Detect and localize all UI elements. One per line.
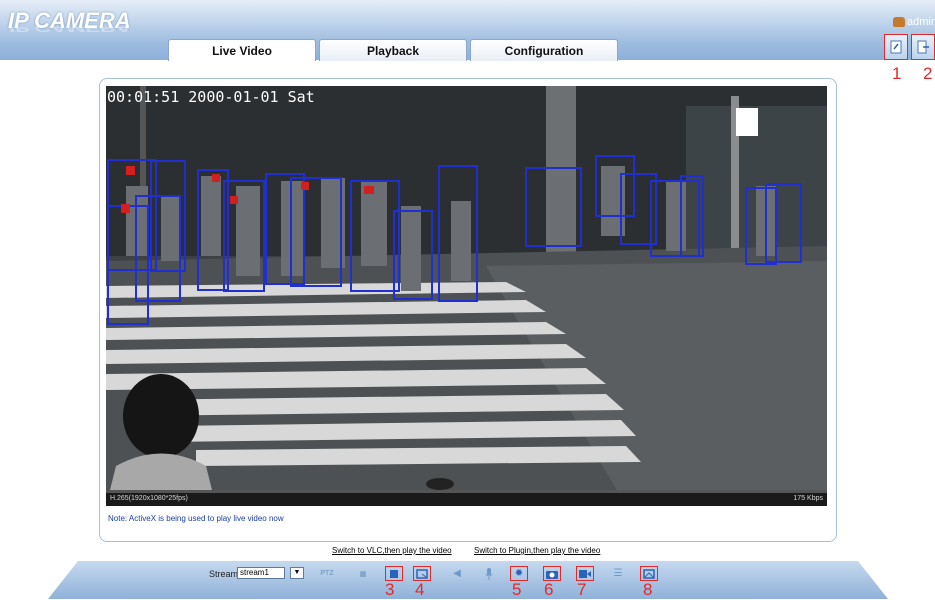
record-button[interactable] xyxy=(576,566,594,581)
tab-playback[interactable]: Playback xyxy=(319,39,467,61)
callout-6: 6 xyxy=(544,580,554,599)
logout-button[interactable] xyxy=(911,34,935,60)
snapshot-icon xyxy=(546,570,558,579)
stream-label: Stream xyxy=(209,569,239,579)
logo-reflection: IP CAMERA xyxy=(8,22,131,34)
grid-button[interactable]: ▦ xyxy=(354,566,372,581)
switch-to-vlc-link[interactable]: Switch to VLC,then play the video xyxy=(332,546,452,555)
ptz-button[interactable]: PTZ xyxy=(318,566,336,581)
video-timestamp: 00:01:51 2000-01-01 Sat xyxy=(107,88,315,106)
activex-note: Note: ActiveX is being used to play live… xyxy=(108,514,284,523)
logout-icon xyxy=(917,40,929,54)
chevron-down-icon[interactable]: ▼ xyxy=(290,567,304,579)
modify-password-icon xyxy=(890,40,902,54)
ptz-label: PTZ xyxy=(320,570,334,577)
codec-info: H.265(1920x1080*25fps) xyxy=(110,495,188,502)
record-icon xyxy=(579,569,591,578)
settings-button[interactable]: ✹ xyxy=(510,566,528,581)
snapshot-button[interactable] xyxy=(543,566,561,581)
bitrate: 175 Kbps xyxy=(793,495,823,502)
fullscreen-icon xyxy=(416,568,428,579)
speaker-icon: ◀ xyxy=(453,567,461,579)
switch-to-plugin-link[interactable]: Switch to Plugin,then play the video xyxy=(474,546,600,555)
callout-4: 4 xyxy=(415,580,425,599)
list-button[interactable]: ☰ xyxy=(609,566,627,581)
tab-configuration[interactable]: Configuration xyxy=(470,39,618,61)
user-icon xyxy=(893,17,905,27)
fullscreen-button[interactable] xyxy=(413,566,431,581)
video-scene xyxy=(106,86,827,506)
speaker-button[interactable]: ◀ xyxy=(448,566,466,581)
stop-button[interactable] xyxy=(385,566,403,581)
video-progress xyxy=(106,490,827,493)
microphone-button[interactable] xyxy=(480,566,498,581)
username: admin xyxy=(907,16,935,28)
callout-5: 5 xyxy=(512,580,522,599)
image-button[interactable] xyxy=(640,566,658,581)
stream-select[interactable]: stream1 xyxy=(237,567,285,579)
grid-icon: ▦ xyxy=(359,570,367,578)
bottom-toolbar xyxy=(48,561,888,599)
list-icon: ☰ xyxy=(613,567,623,579)
user-indicator: admin xyxy=(893,16,935,28)
microphone-icon xyxy=(485,567,493,580)
image-icon xyxy=(643,568,655,579)
callout-3: 3 xyxy=(385,580,395,599)
tab-live-video[interactable]: Live Video xyxy=(168,39,316,61)
stop-icon xyxy=(390,569,398,578)
settings-icon: ✹ xyxy=(514,567,524,579)
live-video[interactable]: 00:01:51 2000-01-01 Sat xyxy=(106,86,827,506)
callout-7: 7 xyxy=(577,580,587,599)
video-status-bar: H.265(1920x1080*25fps) 175 Kbps xyxy=(106,490,827,506)
modify-password-button[interactable] xyxy=(884,34,908,60)
callout-8: 8 xyxy=(643,580,653,599)
callout-1: 1 xyxy=(892,64,902,83)
main-tabs: Live Video Playback Configuration xyxy=(168,39,618,61)
callout-2: 2 xyxy=(923,64,933,83)
